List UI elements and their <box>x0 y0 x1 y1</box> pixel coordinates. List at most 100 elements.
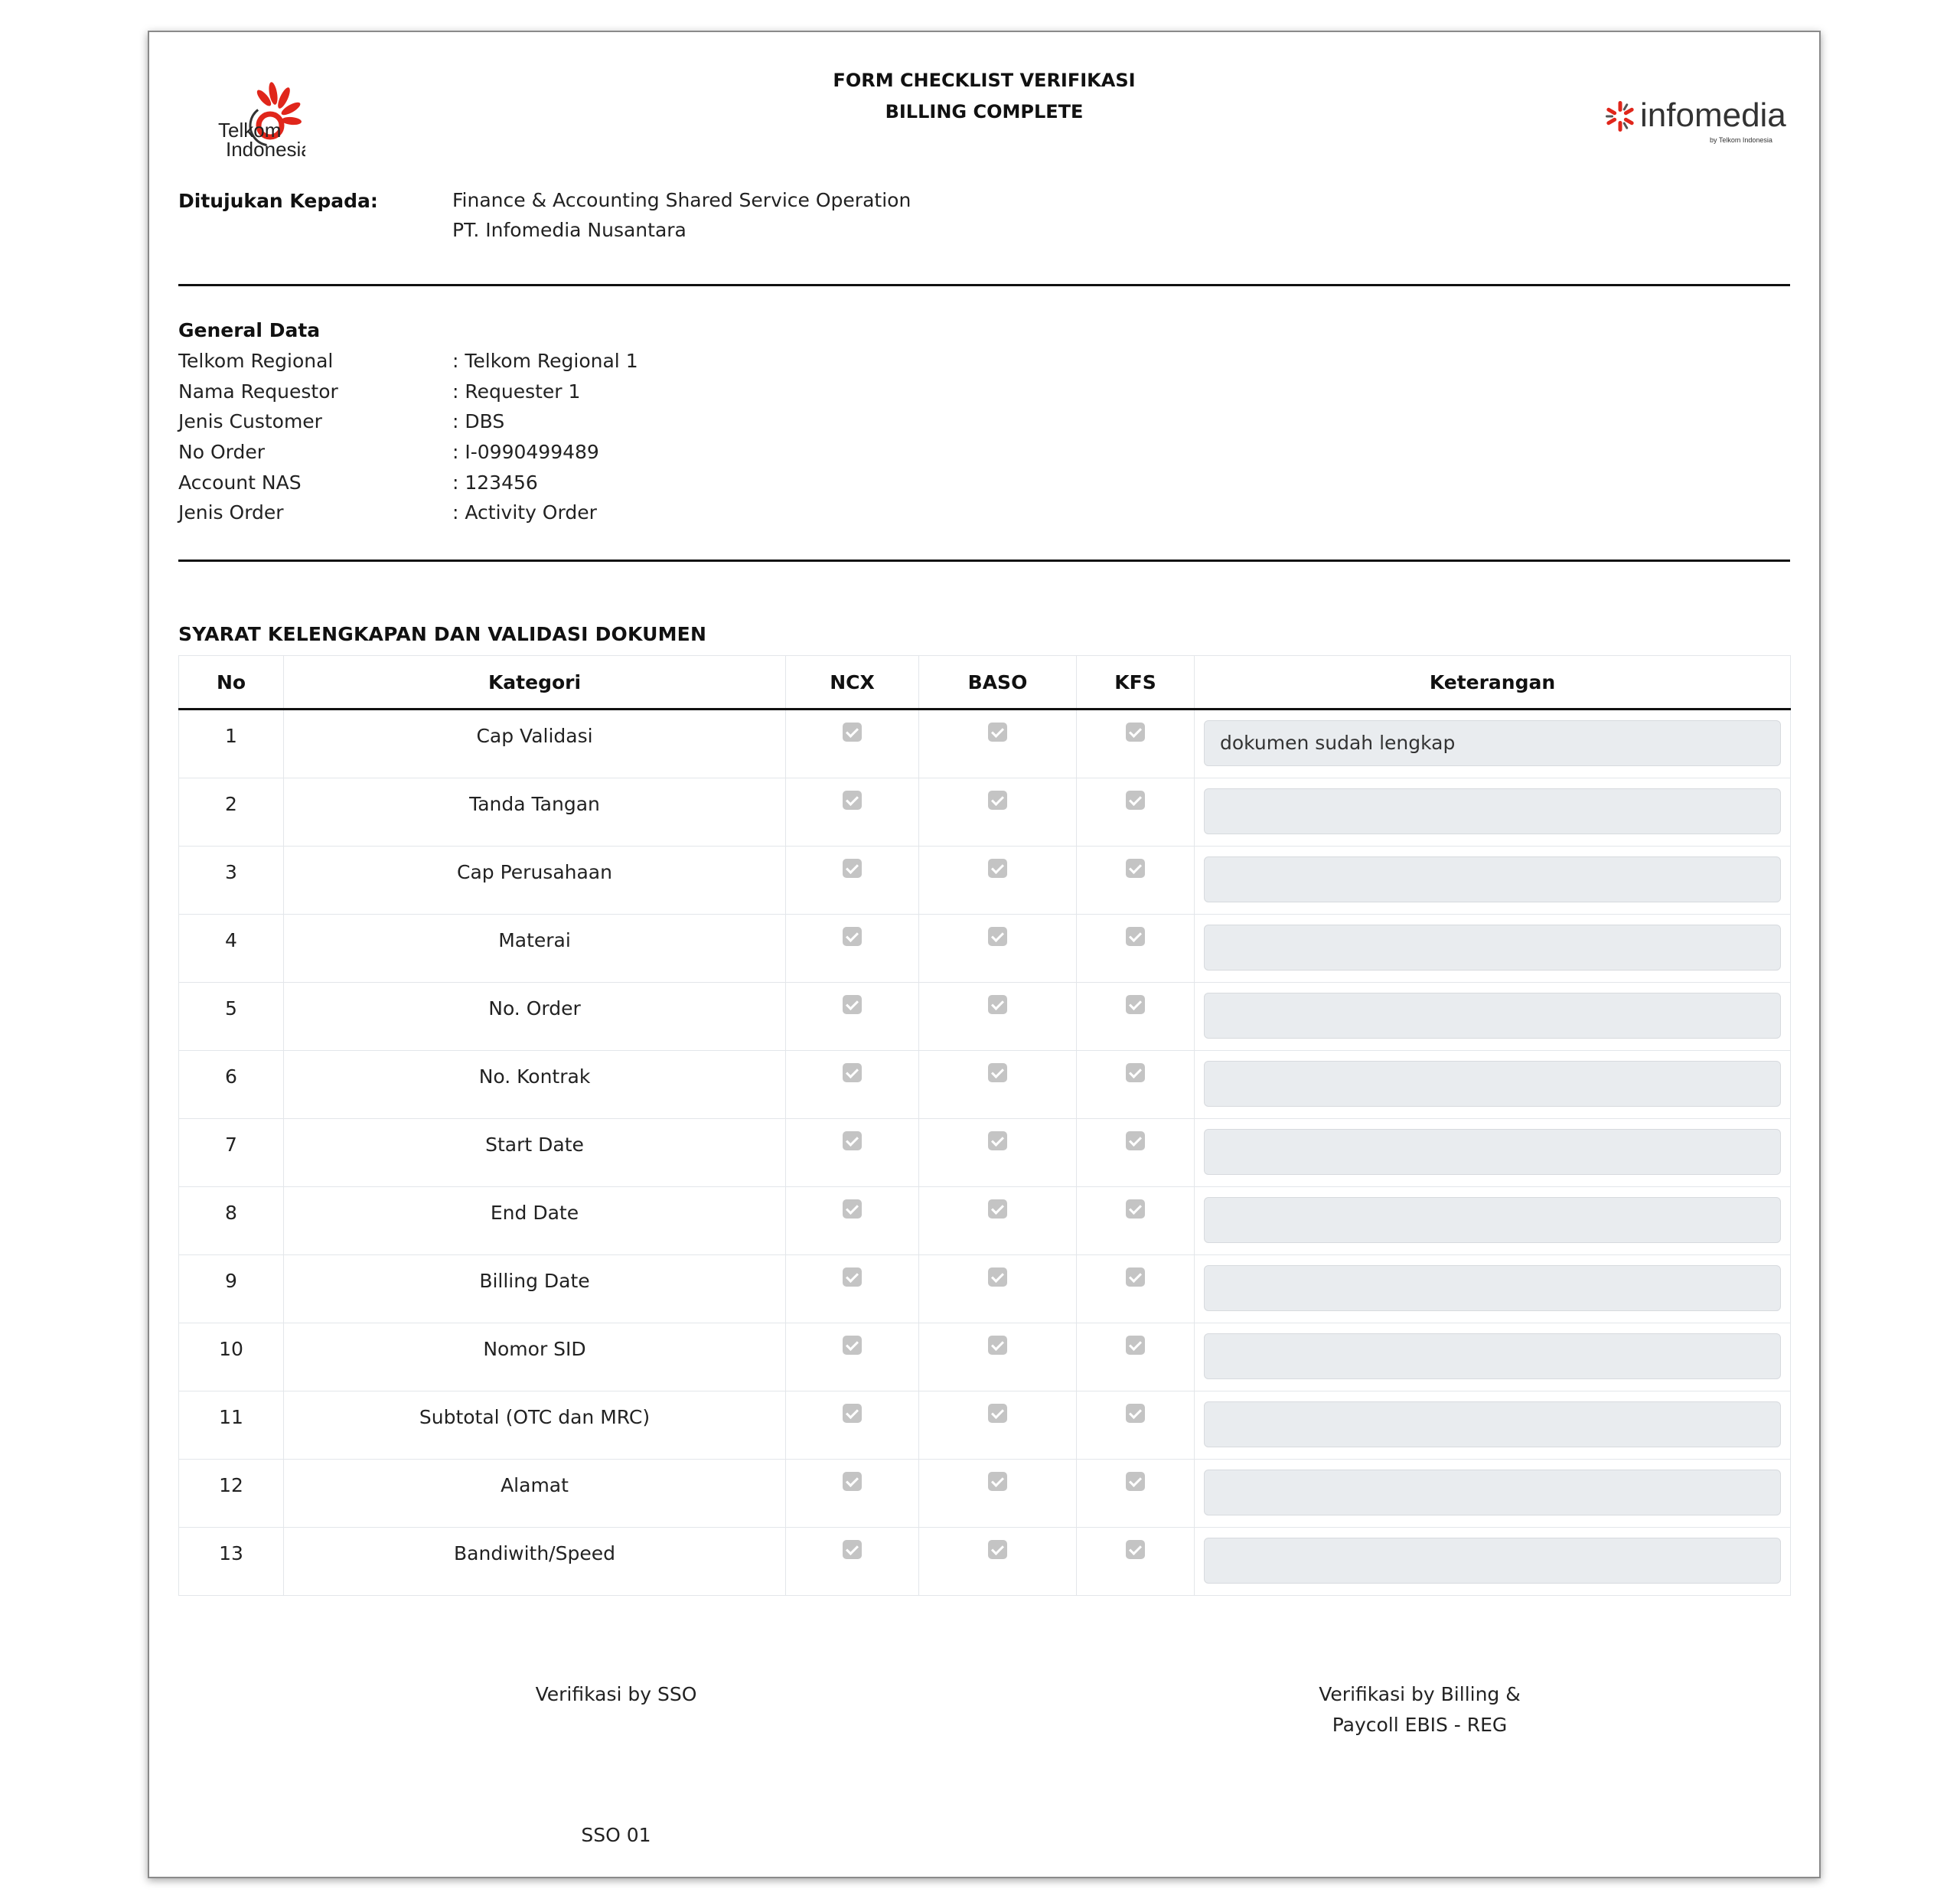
row-number: 11 <box>219 1406 243 1428</box>
general-data-title: General Data <box>178 319 321 341</box>
cell-no: 10 <box>178 1323 284 1391</box>
table-header-row: No Kategori NCX BASO KFS Keterangan <box>178 655 1791 710</box>
kfs-checkbox[interactable] <box>1126 1540 1145 1559</box>
cell-ncx <box>785 778 919 847</box>
kfs-checkbox[interactable] <box>1126 859 1145 878</box>
general-key: Telkom Regional <box>178 350 334 372</box>
cell-kategori: No. Kontrak <box>283 1050 786 1119</box>
ncx-checkbox[interactable] <box>843 995 862 1014</box>
cell-keterangan <box>1194 1254 1791 1323</box>
cell-ncx <box>785 1391 919 1460</box>
cell-ncx <box>785 1323 919 1391</box>
recipient-line1: Finance & Accounting Shared Service Oper… <box>452 189 912 211</box>
cell-kategori: Start Date <box>283 1118 786 1187</box>
cell-ncx <box>785 914 919 983</box>
kategori-label: Alamat <box>501 1474 569 1496</box>
ncx-checkbox[interactable] <box>843 1131 862 1150</box>
keterangan-input[interactable] <box>1204 1265 1781 1311</box>
column-header-kfs: KFS <box>1076 655 1195 710</box>
baso-checkbox[interactable] <box>988 723 1007 742</box>
baso-checkbox[interactable] <box>988 995 1007 1014</box>
kategori-label: Cap Validasi <box>476 725 593 747</box>
general-row-no-order: No Order : I-0990499489 <box>178 437 944 468</box>
ncx-checkbox[interactable] <box>843 1336 862 1355</box>
cell-kfs <box>1076 1254 1195 1323</box>
keterangan-input[interactable] <box>1204 1197 1781 1243</box>
kfs-checkbox[interactable] <box>1126 791 1145 810</box>
cell-no: 11 <box>178 1391 284 1460</box>
baso-checkbox[interactable] <box>988 927 1007 946</box>
ncx-checkbox[interactable] <box>843 1472 862 1491</box>
keterangan-input[interactable]: dokumen sudah lengkap <box>1204 720 1781 766</box>
cell-baso <box>918 1391 1077 1460</box>
baso-checkbox[interactable] <box>988 1472 1007 1491</box>
ncx-checkbox[interactable] <box>843 1267 862 1287</box>
cell-ncx <box>785 1527 919 1596</box>
cell-kfs <box>1076 1050 1195 1119</box>
kfs-checkbox[interactable] <box>1126 1131 1145 1150</box>
baso-checkbox[interactable] <box>988 1267 1007 1287</box>
ncx-checkbox[interactable] <box>843 1063 862 1082</box>
cell-no: 5 <box>178 982 284 1051</box>
baso-checkbox[interactable] <box>988 859 1007 878</box>
kfs-checkbox[interactable] <box>1126 1336 1145 1355</box>
cell-no: 12 <box>178 1459 284 1528</box>
kategori-label: Cap Perusahaan <box>457 861 612 883</box>
cell-keterangan <box>1194 846 1791 915</box>
cell-kategori: Cap Validasi <box>283 709 786 778</box>
kfs-checkbox[interactable] <box>1126 1404 1145 1423</box>
baso-checkbox[interactable] <box>988 1404 1007 1423</box>
general-row-jenis-order: Jenis Order : Activity Order <box>178 498 944 528</box>
keterangan-input[interactable] <box>1204 925 1781 971</box>
keterangan-input[interactable] <box>1204 1401 1781 1447</box>
baso-checkbox[interactable] <box>988 1063 1007 1082</box>
cell-kfs <box>1076 1391 1195 1460</box>
ncx-checkbox[interactable] <box>843 723 862 742</box>
cell-baso <box>918 1118 1077 1187</box>
kfs-checkbox[interactable] <box>1126 723 1145 742</box>
keterangan-input[interactable] <box>1204 1129 1781 1175</box>
column-header-baso: BASO <box>918 655 1077 710</box>
baso-checkbox[interactable] <box>988 1336 1007 1355</box>
table-row: 1 Cap Validasi dokumen sudah lengkap <box>178 709 1791 778</box>
kfs-checkbox[interactable] <box>1126 1063 1145 1082</box>
signature-sso: Verifikasi by SSO <box>417 1679 815 1710</box>
general-row-account-nas: Account NAS : 123456 <box>178 468 944 498</box>
baso-checkbox[interactable] <box>988 1199 1007 1219</box>
cell-no: 2 <box>178 778 284 847</box>
ncx-checkbox[interactable] <box>843 859 862 878</box>
keterangan-input[interactable] <box>1204 856 1781 902</box>
cell-ncx <box>785 1459 919 1528</box>
keterangan-input[interactable] <box>1204 1061 1781 1107</box>
baso-checkbox[interactable] <box>988 1540 1007 1559</box>
keterangan-input[interactable] <box>1204 993 1781 1039</box>
kfs-checkbox[interactable] <box>1126 995 1145 1014</box>
cell-keterangan <box>1194 1186 1791 1255</box>
ncx-checkbox[interactable] <box>843 1404 862 1423</box>
cell-baso <box>918 1186 1077 1255</box>
keterangan-input[interactable] <box>1204 1538 1781 1584</box>
ncx-checkbox[interactable] <box>843 791 862 810</box>
cell-no: 6 <box>178 1050 284 1119</box>
cell-ncx <box>785 1050 919 1119</box>
kategori-label: Start Date <box>485 1134 584 1156</box>
ncx-checkbox[interactable] <box>843 927 862 946</box>
kfs-checkbox[interactable] <box>1126 1267 1145 1287</box>
cell-keterangan <box>1194 1459 1791 1528</box>
general-row-nama-requestor: Nama Requestor : Requester 1 <box>178 377 944 407</box>
cell-kategori: Nomor SID <box>283 1323 786 1391</box>
table-row: 5 No. Order <box>178 982 1791 1051</box>
keterangan-input[interactable] <box>1204 1470 1781 1515</box>
kfs-checkbox[interactable] <box>1126 927 1145 946</box>
baso-checkbox[interactable] <box>988 791 1007 810</box>
keterangan-input[interactable] <box>1204 788 1781 834</box>
keterangan-input[interactable] <box>1204 1333 1781 1379</box>
baso-checkbox[interactable] <box>988 1131 1007 1150</box>
ncx-checkbox[interactable] <box>843 1199 862 1219</box>
ncx-checkbox[interactable] <box>843 1540 862 1559</box>
cell-ncx <box>785 1254 919 1323</box>
kfs-checkbox[interactable] <box>1126 1472 1145 1491</box>
cell-ncx <box>785 1118 919 1187</box>
kfs-checkbox[interactable] <box>1126 1199 1145 1219</box>
row-number: 4 <box>225 929 237 951</box>
